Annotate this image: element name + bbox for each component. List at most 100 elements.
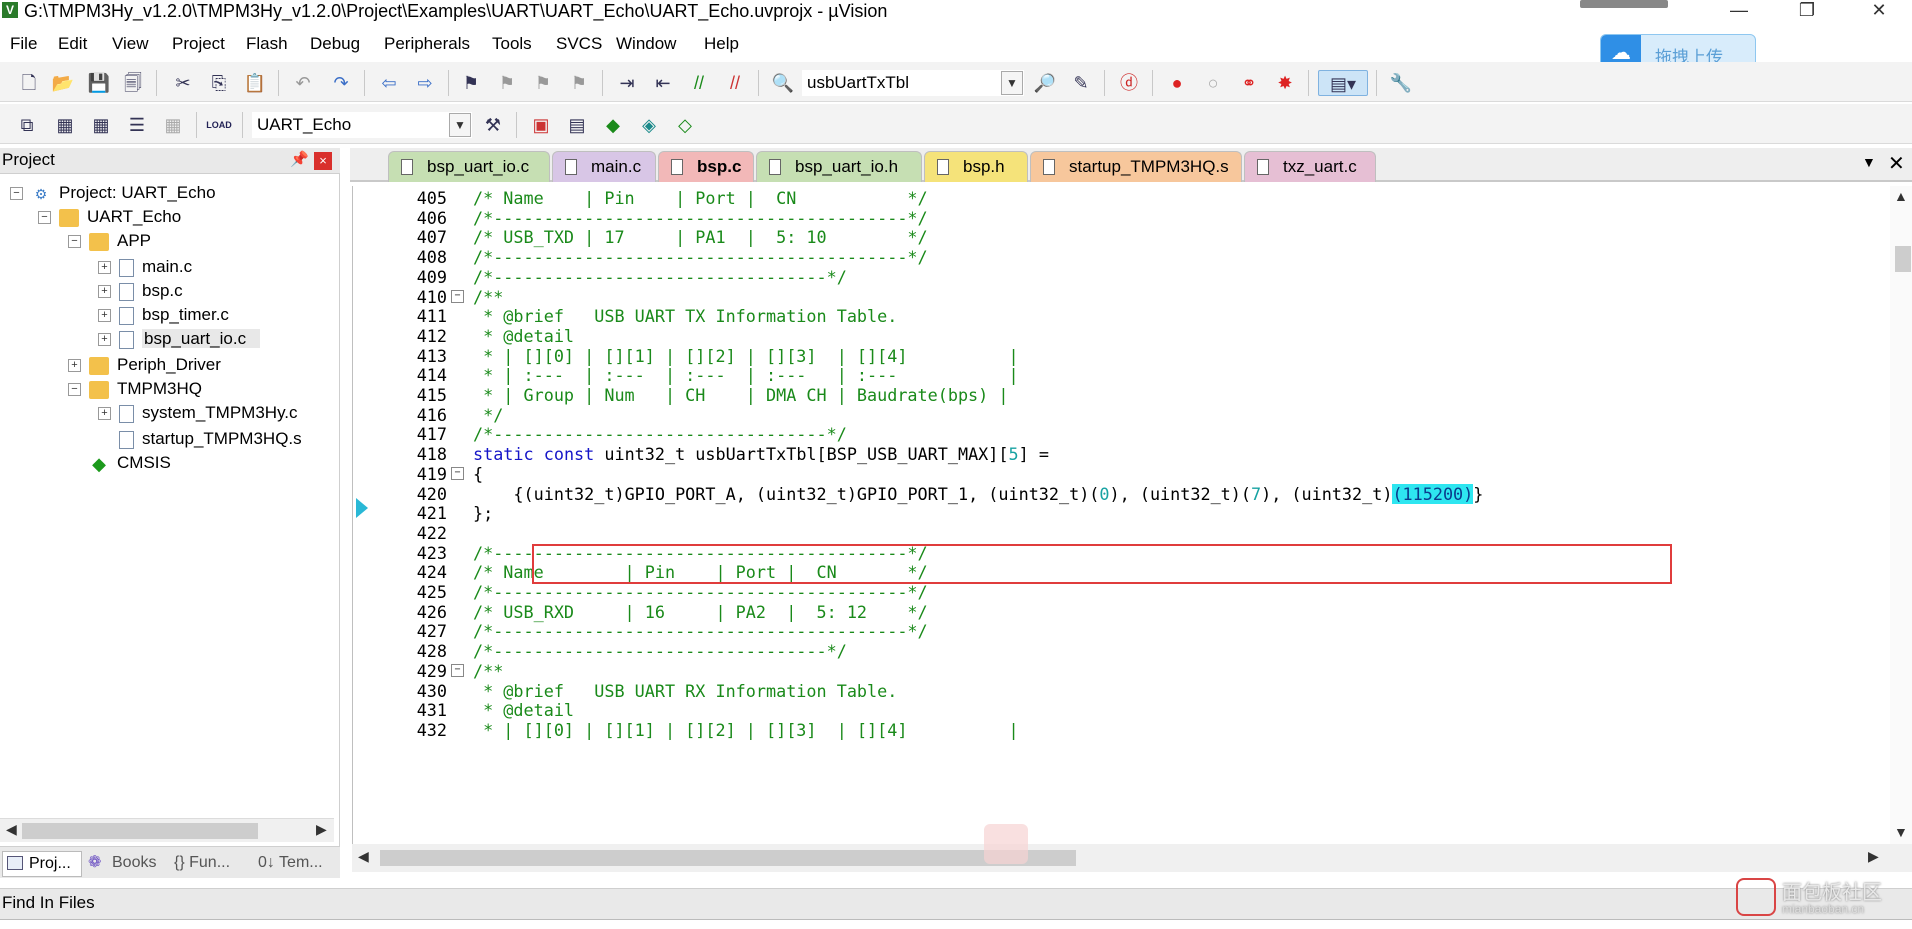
menu-file[interactable]: File [10, 32, 37, 56]
project-hscrollbar[interactable]: ◀ ▶ [0, 818, 334, 842]
menu-svcs[interactable]: SVCS [556, 32, 602, 56]
debug-session-icon[interactable]: ⓓ [1116, 70, 1142, 96]
configure-icon[interactable]: 🔧 [1388, 70, 1414, 96]
disable-all-breakpoints-icon[interactable]: ⚭ [1236, 70, 1262, 96]
scroll-thumb[interactable] [1895, 246, 1911, 272]
minimize-button[interactable]: — [1716, 0, 1762, 22]
tab-bsp-c[interactable]: bsp.c [658, 151, 754, 182]
redo-icon[interactable]: ↷ [328, 70, 354, 96]
insert-breakpoint-icon[interactable]: ● [1164, 70, 1190, 96]
expand-icon[interactable]: + [98, 407, 111, 421]
menu-tools[interactable]: Tools [492, 32, 532, 56]
target-combo[interactable]: UART_Echo ▼ [252, 112, 472, 138]
collapse-icon[interactable]: − [10, 187, 23, 201]
tree-item-target[interactable]: − UART_Echo [38, 204, 181, 230]
tab-templates[interactable]: 0↓ Tem... [254, 851, 338, 877]
build-icon[interactable]: ▦ [52, 112, 78, 138]
rte-icon[interactable]: ◇ [672, 112, 698, 138]
fold-collapse-icon[interactable]: − [451, 663, 464, 677]
menu-view[interactable]: View [112, 32, 149, 56]
nav-forward-icon[interactable]: ⇨ [412, 70, 438, 96]
close-button[interactable]: ✕ [1856, 0, 1902, 22]
tab-bsp-h[interactable]: bsp.h [924, 151, 1028, 182]
editor-hscrollbar[interactable]: ◀ ▶ [352, 844, 1912, 872]
tree-item-bsp-c[interactable]: + bsp.c [98, 278, 183, 304]
code-line[interactable]: 432 * | [][0] | [][1] | [][2] | [][3] | … [353, 718, 1889, 742]
clear-bookmarks-icon[interactable]: ⚑ [566, 70, 592, 96]
tab-startup-tmpm3hq-s[interactable]: startup_TMPM3HQ.s [1030, 151, 1242, 182]
tree-item-cmsis[interactable]: ◆ CMSIS [68, 450, 171, 476]
new-file-icon[interactable]: 🗋 [16, 70, 42, 96]
scroll-left-icon[interactable]: ◀ [358, 848, 369, 865]
tab-project[interactable]: Proj... [2, 851, 82, 877]
rebuild-icon[interactable]: ▦ [88, 112, 114, 138]
manage-items-icon[interactable]: ▤ [564, 112, 590, 138]
comment-icon[interactable]: // [686, 70, 712, 96]
find-combo[interactable]: usbUartTxTbl ▼ [802, 70, 1024, 96]
scroll-right-icon[interactable]: ▶ [1868, 848, 1879, 865]
target-options-icon[interactable]: ⚒ [480, 112, 506, 138]
tab-bsp-uart-io-h[interactable]: bsp_uart_io.h [756, 151, 922, 182]
stop-build-icon[interactable]: ▦ [160, 112, 186, 138]
search-overlay-icon[interactable] [984, 824, 1028, 864]
cut-icon[interactable]: ✂ [170, 70, 196, 96]
collapse-icon[interactable]: − [68, 383, 81, 397]
next-bookmark-icon[interactable]: ⚑ [530, 70, 556, 96]
fold-collapse-icon[interactable]: − [451, 466, 464, 480]
select-packs-icon[interactable]: ◆ [600, 112, 626, 138]
collapse-icon[interactable]: − [38, 211, 51, 225]
chevron-down-icon[interactable]: ▼ [449, 113, 471, 137]
find-in-files-output[interactable] [0, 919, 1912, 929]
pack-installer-icon[interactable]: ◈ [636, 112, 662, 138]
tree-item-main-c[interactable]: + main.c [98, 254, 192, 280]
bookmark-icon[interactable]: ⚑ [458, 70, 484, 96]
menu-window[interactable]: Window [616, 32, 676, 56]
scroll-right-icon[interactable]: ▶ [316, 821, 327, 838]
scroll-down-icon[interactable]: ▼ [1894, 824, 1908, 840]
paste-icon[interactable]: 📋 [242, 70, 268, 96]
indent-icon[interactable]: ⇥ [614, 70, 640, 96]
tab-txz-uart-c[interactable]: txz_uart.c [1244, 151, 1376, 182]
unindent-icon[interactable]: ⇤ [650, 70, 676, 96]
tree-item-startup-tmpm3hq-s[interactable]: startup_TMPM3HQ.s [98, 426, 302, 452]
close-tab-icon[interactable]: ✕ [1888, 151, 1905, 176]
open-file-icon[interactable]: 📂 [50, 70, 76, 96]
menu-edit[interactable]: Edit [58, 32, 87, 56]
expand-icon[interactable]: + [98, 333, 111, 347]
menu-flash[interactable]: Flash [246, 32, 288, 56]
close-icon[interactable]: × [314, 152, 332, 170]
save-all-icon[interactable]: 🗐 [120, 70, 146, 96]
tree-item-bsp-uart-io-c[interactable]: + bsp_uart_io.c [98, 326, 261, 352]
maximize-button[interactable]: ❐ [1784, 0, 1830, 22]
fold-collapse-icon[interactable]: − [451, 289, 464, 303]
translate-icon[interactable]: ⧉ [14, 112, 40, 138]
expand-icon[interactable]: + [98, 309, 111, 323]
expand-icon[interactable]: + [98, 261, 111, 275]
expand-icon[interactable]: + [68, 359, 81, 373]
tab-books[interactable]: ❁ Books [86, 851, 164, 877]
nav-back-icon[interactable]: ⇦ [376, 70, 402, 96]
scroll-thumb[interactable] [380, 850, 1076, 866]
batch-build-icon[interactable]: ☰ [124, 112, 150, 138]
tree-item-system-tmpm3hy-c[interactable]: + system_TMPM3Hy.c [98, 400, 298, 426]
scroll-thumb[interactable] [22, 823, 258, 839]
menu-project[interactable]: Project [172, 32, 225, 56]
undo-icon[interactable]: ↶ [290, 70, 316, 96]
scroll-up-icon[interactable]: ▲ [1894, 188, 1908, 204]
tab-main-c[interactable]: main.c [552, 151, 656, 182]
chevron-down-icon[interactable]: ▼ [1001, 71, 1023, 95]
scroll-left-icon[interactable]: ◀ [6, 821, 17, 838]
incremental-find-icon[interactable]: ✎ [1068, 70, 1094, 96]
download-icon[interactable]: LOAD [206, 112, 232, 138]
save-icon[interactable]: 💾 [86, 70, 112, 96]
expand-icon[interactable]: + [98, 285, 111, 299]
menu-debug[interactable]: Debug [310, 32, 360, 56]
find-in-files-icon[interactable]: 🔍 [770, 70, 796, 96]
pin-icon[interactable]: 📌 [290, 150, 309, 168]
code-area[interactable]: 405/* Name | Pin | Port | CN */406/*----… [352, 186, 1890, 844]
tree-item-tmpm3hq[interactable]: − TMPM3HQ [68, 376, 202, 402]
tree-item-project[interactable]: − ⚙ Project: UART_Echo [10, 180, 216, 206]
disable-breakpoint-icon[interactable]: ○ [1200, 70, 1226, 96]
tab-functions[interactable]: {} Fun... [170, 851, 250, 877]
window-layout-icon[interactable]: ▤▾ [1318, 70, 1368, 96]
